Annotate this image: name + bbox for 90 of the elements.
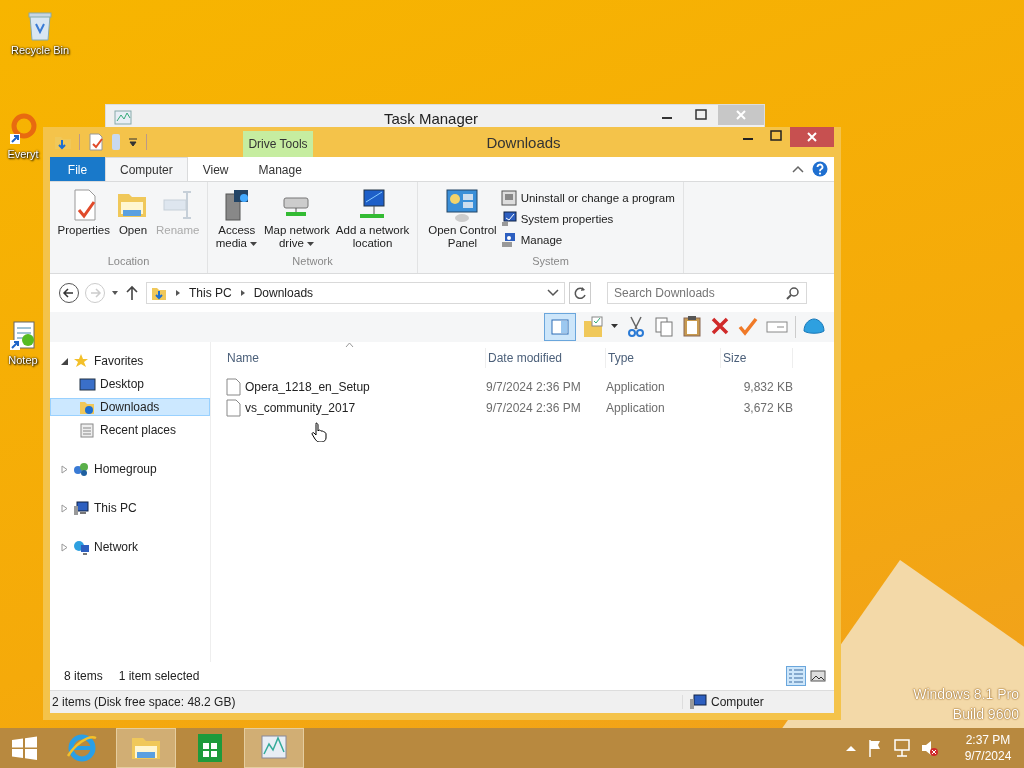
program-icon (500, 190, 517, 206)
ribbon-button[interactable]: Access media (213, 186, 260, 255)
table-cell-text: Application (606, 379, 666, 394)
zone-label: Computer (683, 694, 764, 710)
edition-text: Windows 8.1 Pro (913, 685, 1019, 704)
nav-item[interactable]: Recent places (50, 421, 210, 439)
refresh-icon[interactable] (569, 282, 591, 304)
close-icon[interactable] (790, 127, 834, 147)
search-icon[interactable] (786, 286, 800, 300)
file-icon (225, 377, 241, 396)
folder-icon (151, 285, 167, 301)
ribbon-button[interactable]: Manage (500, 232, 675, 248)
expanded-triangle-icon[interactable] (60, 356, 69, 366)
search-field[interactable]: Search Downloads (607, 282, 807, 304)
star-icon (73, 353, 90, 369)
search-icon[interactable] (8, 112, 38, 146)
table-cell-text: 9/7/2024 2:36 PM (486, 379, 582, 394)
properties-icon[interactable] (87, 133, 105, 151)
details-view-icon (787, 667, 805, 685)
nav-item[interactable]: Homegroup (50, 460, 210, 478)
group-label: Network (291, 255, 334, 269)
status-text: 2 items (Disk free space: 48.2 GB) (52, 695, 683, 709)
table-cell-text: 3,672 KB (742, 400, 793, 415)
nav-item[interactable]: Network (50, 538, 210, 556)
ribbon-button[interactable]: Properties (55, 186, 112, 255)
help-icon[interactable] (812, 161, 828, 177)
ribbon-button[interactable]: Add a network location (333, 186, 412, 255)
network-icon (73, 539, 90, 555)
contextual-tab-label: Drive Tools (243, 131, 313, 157)
group-label: Location (106, 255, 151, 269)
recent-places-icon (79, 422, 96, 438)
ribbon-button[interactable]: Uninstall or change a program (500, 190, 675, 206)
nav-item[interactable]: This PC (50, 499, 210, 517)
desktop-icon (79, 376, 96, 392)
taskbar-button[interactable] (116, 728, 176, 768)
homegroup-icon (73, 461, 90, 477)
back-icon[interactable] (58, 282, 80, 304)
large-icons-view-icon (809, 667, 827, 685)
group-label: System (531, 255, 570, 269)
table-cell-text: 9,832 KB (742, 379, 793, 394)
column-header[interactable]: Name (225, 348, 486, 368)
collapsed-triangle-icon[interactable] (60, 542, 69, 552)
control-panel-icon (445, 188, 480, 222)
ribbon-button[interactable]: Open (113, 186, 152, 255)
ribbon-button[interactable]: System properties (500, 211, 675, 227)
folder-check-icon[interactable] (582, 315, 604, 339)
scissors-icon[interactable] (625, 315, 647, 339)
breadcrumb[interactable]: This PC (189, 286, 232, 300)
ribbon-tab[interactable]: View (187, 157, 244, 181)
ribbon-button[interactable]: Map network drive (262, 186, 332, 255)
clipboard-icon[interactable] (681, 315, 703, 339)
item-count: 8 items (64, 669, 103, 683)
nav-item[interactable]: Downloads (50, 398, 210, 416)
selection-count: 1 item selected (118, 669, 200, 683)
file-tab[interactable]: File (50, 157, 105, 181)
column-header[interactable]: Size (721, 348, 793, 368)
address-bar[interactable]: This PC Downloads (146, 282, 565, 304)
column-header[interactable]: Type (606, 348, 721, 368)
ribbon-button[interactable]: Open Control Panel (426, 186, 499, 255)
file-name[interactable]: vs_community_2017 (225, 398, 486, 417)
nav-item[interactable]: Favorites (50, 352, 210, 370)
collapsed-triangle-icon[interactable] (60, 503, 69, 513)
preview-pane-button[interactable] (544, 313, 576, 341)
hand-cursor-icon (311, 422, 327, 442)
ribbon-tab[interactable]: Manage (243, 157, 317, 181)
notepad-icon[interactable] (8, 318, 38, 352)
copy-icon[interactable] (653, 315, 675, 339)
file-name[interactable]: Opera_1218_en_Setup (225, 377, 486, 396)
window-title: Downloads (485, 133, 562, 153)
computer-management-icon (500, 232, 517, 248)
window-title: Task Manager (382, 109, 480, 127)
caret-icon (305, 240, 315, 247)
chart-icon (114, 110, 132, 126)
computer-icon (689, 694, 707, 710)
pane-icon (550, 317, 570, 337)
collapsed-triangle-icon[interactable] (60, 464, 69, 474)
column-header[interactable]: Date modified (486, 348, 606, 368)
build-text: Build 9600 (951, 705, 1019, 724)
computer-icon (73, 500, 90, 516)
taskbar-button[interactable] (244, 728, 304, 768)
table-cell-text: 9/7/2024 2:36 PM (486, 400, 582, 415)
nav-item[interactable]: Desktop (50, 375, 210, 393)
caret-icon (249, 240, 258, 247)
ribbon-tab[interactable]: Computer (105, 157, 188, 181)
file-icon (225, 398, 241, 417)
computer-icon (500, 211, 517, 227)
table-cell-text: Application (606, 400, 666, 415)
breadcrumb[interactable]: Downloads (253, 286, 314, 300)
dropdown-icon[interactable] (546, 288, 560, 298)
downloads-folder-icon (79, 399, 96, 415)
